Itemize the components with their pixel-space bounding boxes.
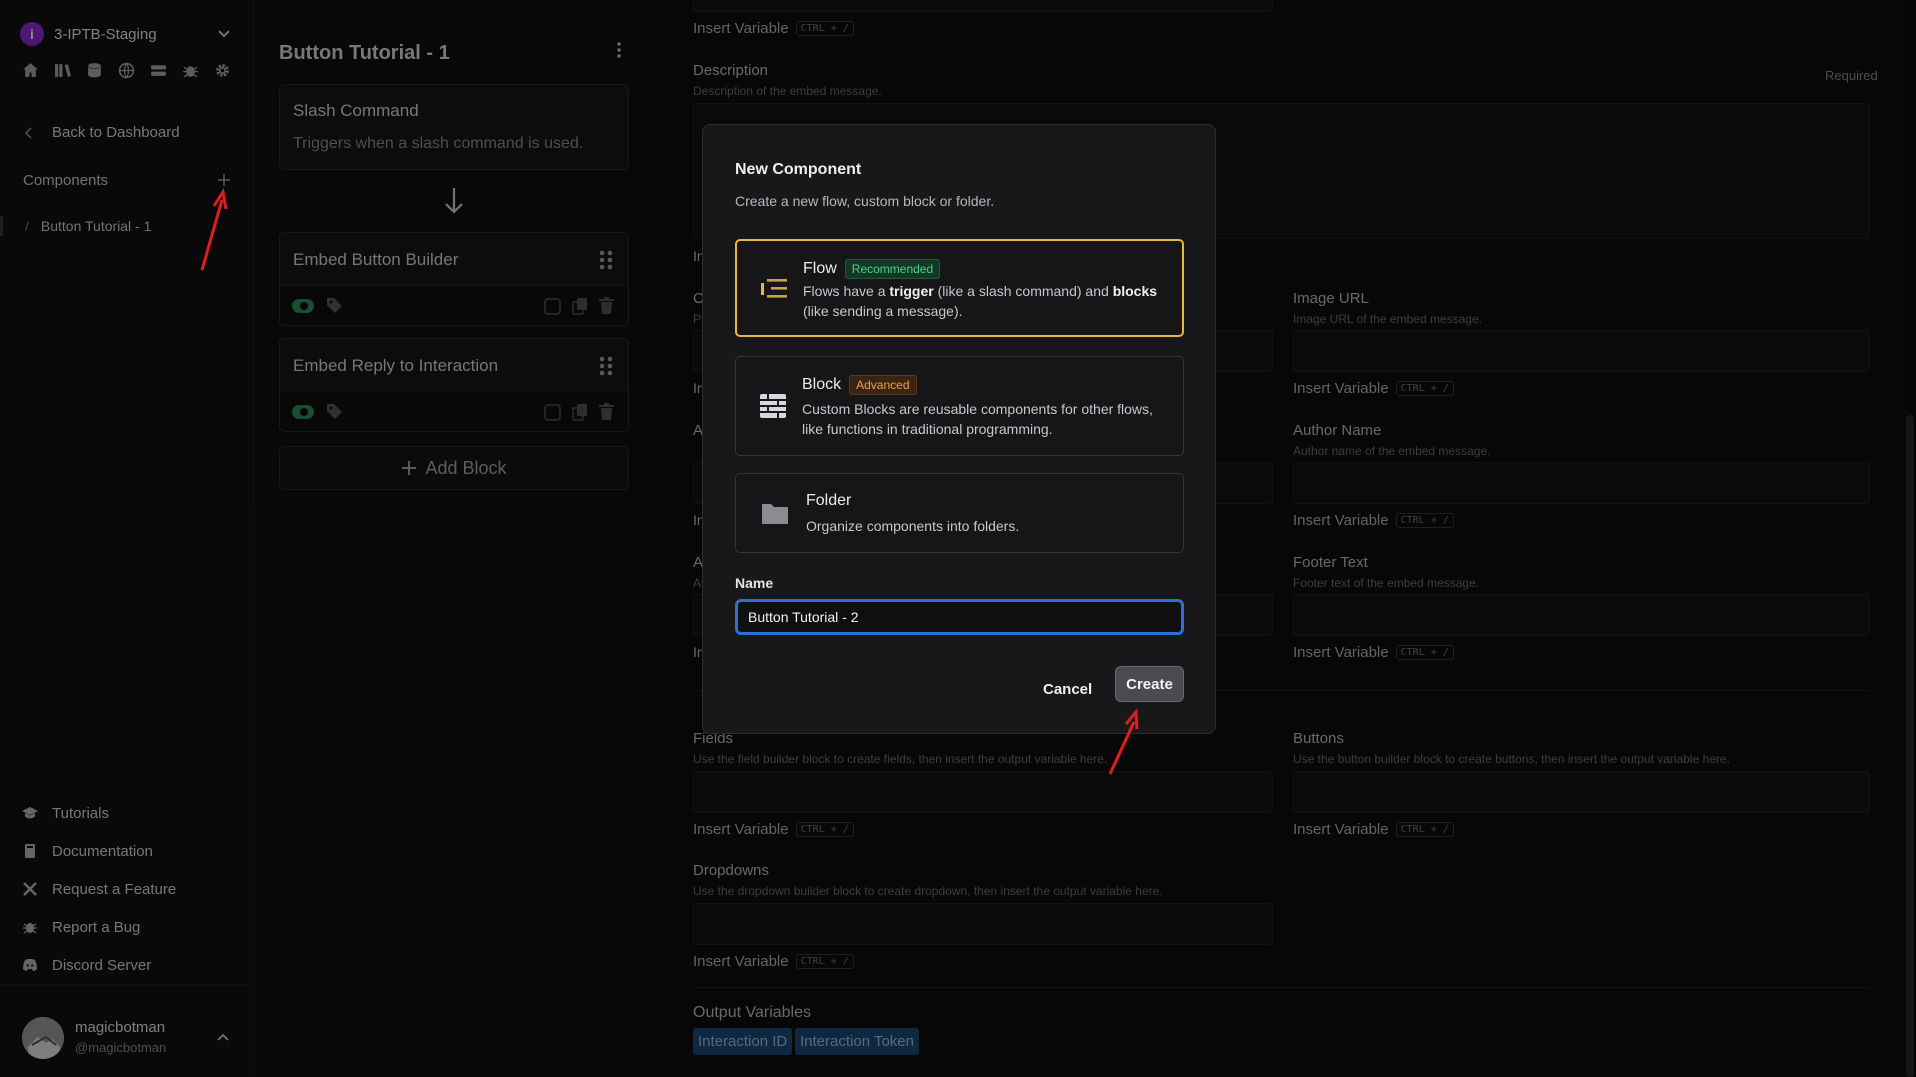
option-name: Block Advanced xyxy=(802,375,917,395)
option-flow[interactable]: Flow Recommended Flows have a trigger (l… xyxy=(735,239,1184,337)
dialog-title: New Component xyxy=(735,161,862,178)
folder-icon xyxy=(760,498,790,528)
option-name: Flow Recommended xyxy=(803,259,941,279)
name-label: Name xyxy=(735,575,774,591)
cancel-button[interactable]: Cancel xyxy=(1033,671,1102,707)
annotation-arrow-icon xyxy=(200,188,228,271)
dialog-subtitle: Create a new flow, custom block or folde… xyxy=(735,193,995,209)
option-desc: Flows have a trigger (like a slash comma… xyxy=(803,283,1158,319)
annotation-arrow-icon xyxy=(1108,708,1139,775)
option-name: Folder xyxy=(806,492,852,509)
create-button[interactable]: Create xyxy=(1115,666,1184,702)
advanced-badge: Advanced xyxy=(849,375,917,395)
option-desc: Organize components into folders. xyxy=(806,518,1020,534)
option-folder[interactable]: Folder Organize components into folders. xyxy=(735,473,1184,553)
component-name-input[interactable] xyxy=(735,599,1184,635)
brick-icon xyxy=(758,391,788,421)
option-desc: Custom Blocks are reusable components fo… xyxy=(802,401,1153,437)
new-component-dialog: New Component Create a new flow, custom … xyxy=(702,124,1216,734)
recommended-badge: Recommended xyxy=(844,259,941,279)
option-block[interactable]: Block Advanced Custom Blocks are reusabl… xyxy=(735,356,1184,456)
flow-icon xyxy=(759,273,789,303)
